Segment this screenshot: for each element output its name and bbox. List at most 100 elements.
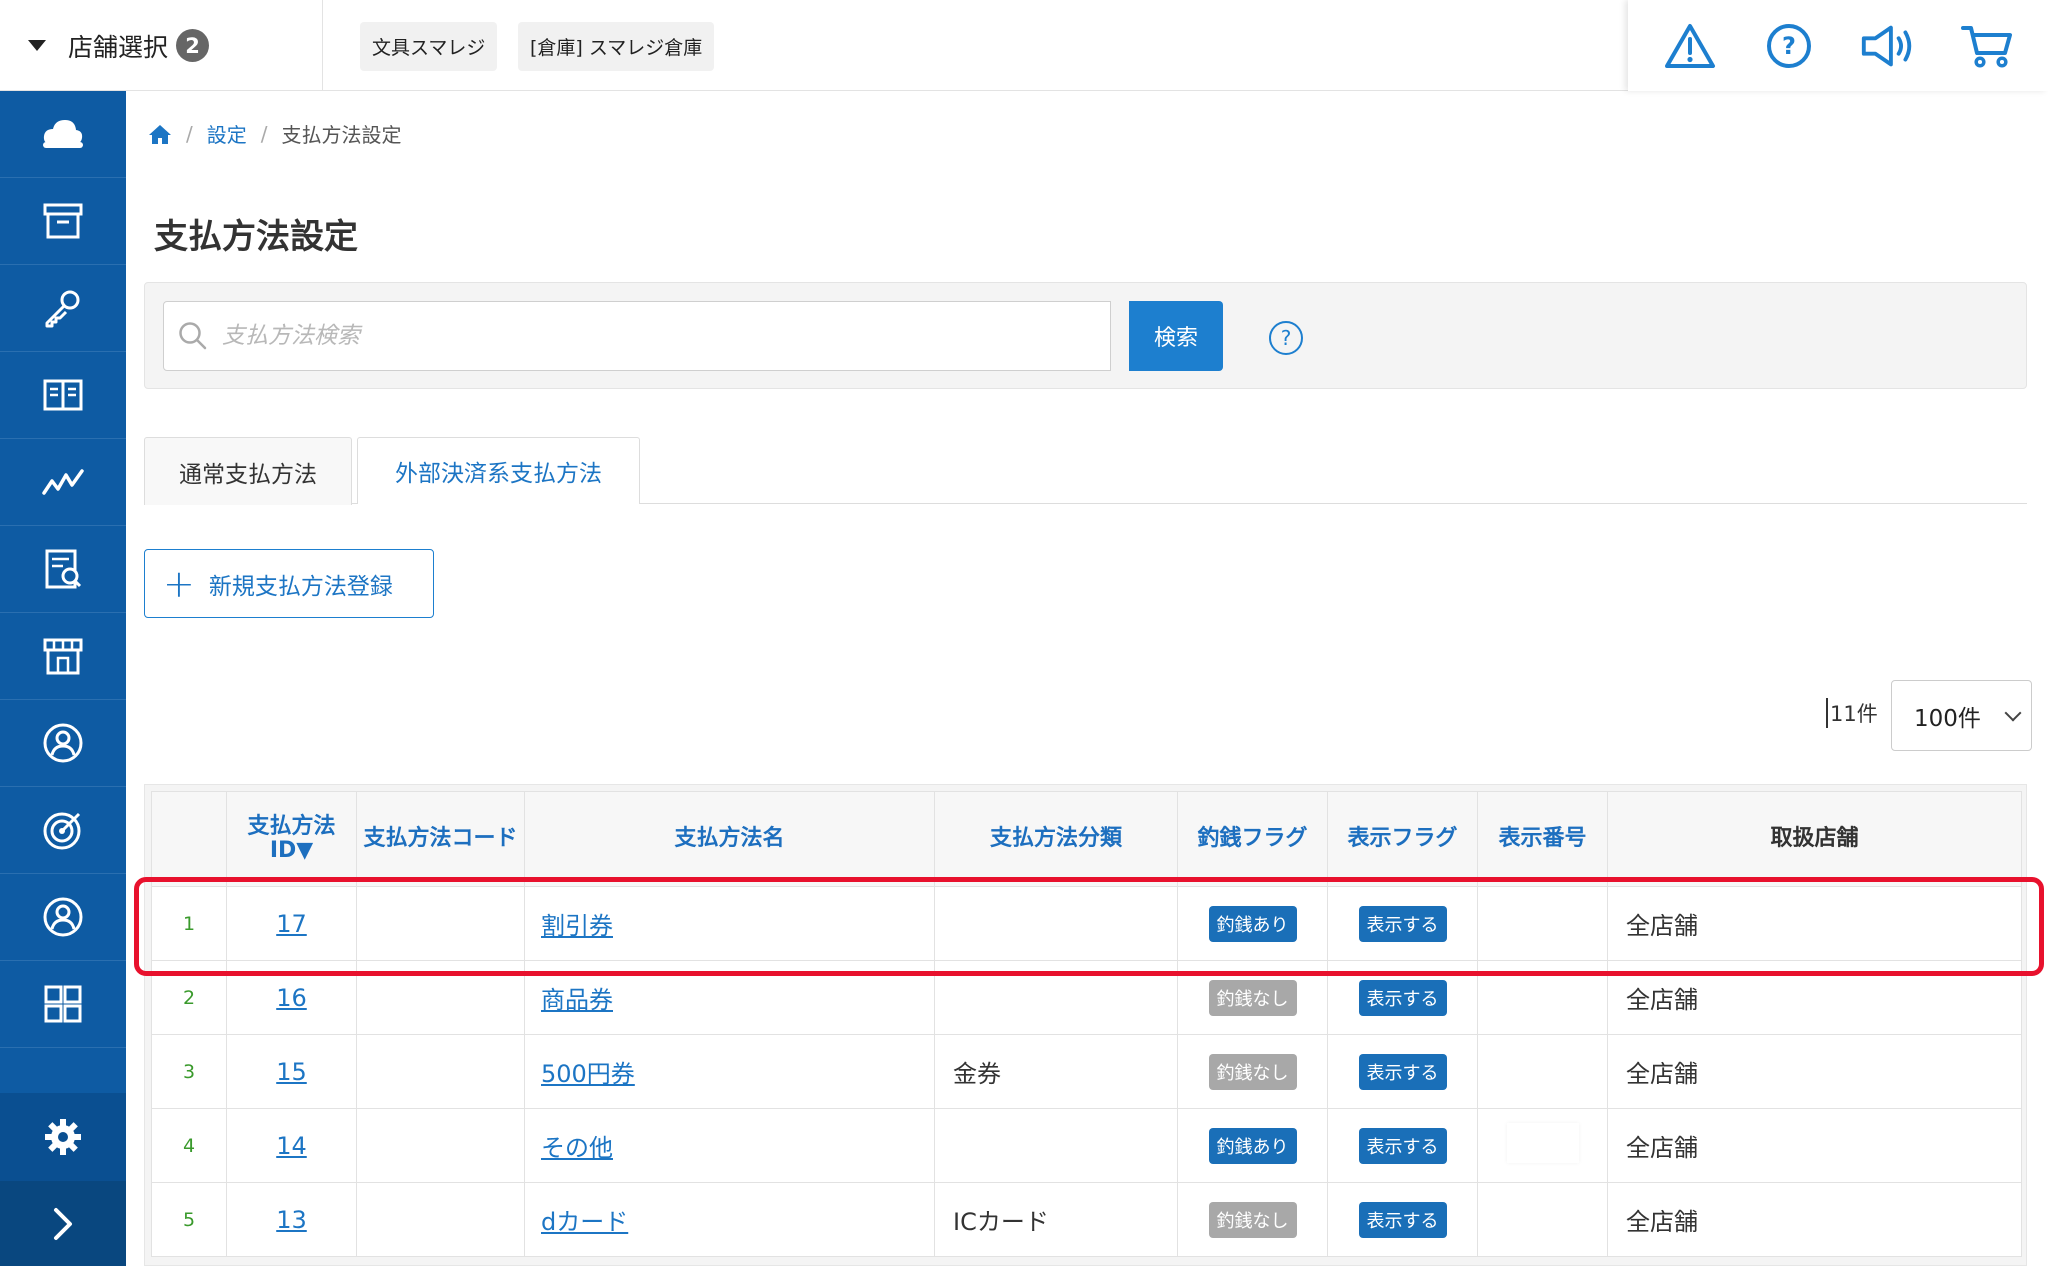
stores-cell: 全店舗 <box>1607 886 2022 961</box>
home-icon[interactable] <box>148 123 172 145</box>
sidebar-item-staff[interactable] <box>0 700 126 787</box>
display-flag-badge: 表示する <box>1358 1053 1447 1090</box>
search-box <box>163 301 1111 371</box>
tab-external-payment[interactable]: 外部決済系支払方法 <box>357 437 640 504</box>
svg-text:?: ? <box>1782 32 1796 60</box>
sidebar-item-ledger[interactable] <box>0 352 126 439</box>
payment-code <box>356 1182 525 1257</box>
payment-id-link[interactable]: 14 <box>276 1132 307 1160</box>
payment-code <box>356 1108 525 1183</box>
sidebar-item-store[interactable] <box>0 613 126 700</box>
sidebar-item-analytics[interactable] <box>0 439 126 526</box>
payment-name-link[interactable]: 割引券 <box>541 912 613 940</box>
header-display-number[interactable]: 表示番号 <box>1477 791 1608 887</box>
sidebar-item-apps[interactable] <box>0 961 126 1048</box>
display-flag-badge: 表示する <box>1358 979 1447 1016</box>
display-number <box>1477 1182 1608 1257</box>
sidebar-item-key[interactable] <box>0 265 126 352</box>
row-number: 1 <box>151 886 227 961</box>
change-flag-badge: 釣銭なし <box>1208 1053 1297 1090</box>
header-payment-id[interactable]: 支払方法ID▼ <box>226 791 357 887</box>
row-number: 4 <box>151 1108 227 1183</box>
new-payment-method-button[interactable]: + 新規支払方法登録 <box>144 549 434 618</box>
payment-id-link[interactable]: 15 <box>276 1058 307 1086</box>
payment-name-link[interactable]: 500円券 <box>541 1060 635 1088</box>
chart-line-icon <box>42 469 84 495</box>
search-panel: 検索 ? <box>144 282 2027 389</box>
stores-cell: 全店舗 <box>1607 1182 2022 1257</box>
payment-id-link[interactable]: 13 <box>276 1206 307 1234</box>
change-flag-badge: 釣銭あり <box>1208 1127 1297 1164</box>
help-icon[interactable]: ? <box>1759 16 1819 76</box>
top-bar: 店舗選択 2 文具スマレジ [倉庫] スマレジ倉庫 ? <box>0 0 2048 91</box>
change-flag-badge: 釣銭なし <box>1208 1201 1297 1238</box>
header-change-flag[interactable]: 釣銭フラグ <box>1177 791 1328 887</box>
stores-cell: 全店舗 <box>1607 1108 2022 1183</box>
payment-name-link[interactable]: 商品券 <box>541 986 613 1014</box>
store-count-badge: 2 <box>176 29 210 62</box>
sidebar-item-cloud[interactable] <box>0 91 126 178</box>
display-flag-badge: 表示する <box>1358 1201 1447 1238</box>
display-flag-badge: 表示する <box>1358 1127 1447 1164</box>
payment-id-link[interactable]: 16 <box>276 984 307 1012</box>
sidebar-item-member[interactable] <box>0 874 126 961</box>
display-number-field <box>1506 1122 1579 1163</box>
payment-category <box>934 960 1178 1035</box>
breadcrumb-separator: / <box>260 121 268 146</box>
search-input[interactable] <box>222 323 1082 349</box>
header-row-number <box>151 791 227 887</box>
key-icon <box>45 290 80 328</box>
payment-name-link[interactable]: dカード <box>541 1208 628 1236</box>
breadcrumb-settings-link[interactable]: 設定 <box>207 119 247 148</box>
sidebar-expand-button[interactable] <box>0 1181 126 1266</box>
payment-id-link[interactable]: 17 <box>276 910 307 938</box>
announcement-icon[interactable] <box>1858 16 1918 76</box>
target-icon <box>43 812 81 850</box>
sidebar-item-settings[interactable] <box>0 1093 126 1181</box>
header-stores: 取扱店舗 <box>1607 791 2022 887</box>
display-number <box>1477 886 1608 961</box>
search-button[interactable]: 検索 <box>1129 301 1223 371</box>
chevron-right-icon <box>54 1207 72 1240</box>
table-row: 5 13 dカード ICカード 釣銭なし 表示する 全店舗 <box>151 1182 2022 1257</box>
header-payment-name[interactable]: 支払方法名 <box>524 791 935 887</box>
change-flag-badge: 釣銭なし <box>1208 979 1297 1016</box>
search-help-icon[interactable]: ? <box>1269 321 1303 355</box>
table-row: 1 17 割引券 釣銭あり 表示する 全店舗 <box>151 886 2022 961</box>
user-icon <box>43 723 83 763</box>
sidebar-item-reports[interactable] <box>0 526 126 613</box>
header-display-flag[interactable]: 表示フラグ <box>1327 791 1478 887</box>
store-chip-warehouse[interactable]: [倉庫] スマレジ倉庫 <box>518 22 715 71</box>
header-payment-category[interactable]: 支払方法分類 <box>934 791 1178 887</box>
display-number <box>1477 960 1608 1035</box>
page-title: 支払方法設定 <box>154 217 358 257</box>
row-number: 2 <box>151 960 227 1035</box>
store-chip-stationery[interactable]: 文具スマレジ <box>360 22 498 71</box>
breadcrumb-separator: / <box>186 121 193 146</box>
archive-box-icon <box>43 203 83 239</box>
tab-bar: 通常支払方法 外部決済系支払方法 <box>144 437 2027 505</box>
table-row: 2 16 商品券 釣銭なし 表示する 全店舗 <box>151 960 2022 1035</box>
payment-name-link[interactable]: その他 <box>541 1134 613 1162</box>
sidebar-item-inventory[interactable] <box>0 178 126 265</box>
sidebar-item-target[interactable] <box>0 787 126 874</box>
payment-table-wrapper: 支払方法ID▼ 支払方法コード 支払方法名 支払方法分類 釣銭フラグ 表示フラグ… <box>144 784 2027 1266</box>
search-icon <box>179 322 207 350</box>
main-content: / 設定 / 支払方法設定 支払方法設定 検索 ? 通常支払方法 外部決済系支払… <box>126 91 2048 1266</box>
payment-category <box>934 886 1178 961</box>
stores-cell: 全店舗 <box>1607 1034 2022 1109</box>
report-icon <box>45 549 82 589</box>
warning-icon[interactable] <box>1660 16 1720 76</box>
apps-grid-icon <box>44 985 82 1023</box>
store-select-dropdown[interactable]: 店舗選択 2 <box>0 0 323 91</box>
sidebar <box>0 91 126 1266</box>
tab-normal-payment[interactable]: 通常支払方法 <box>144 437 352 505</box>
payment-method-table: 支払方法ID▼ 支払方法コード 支払方法名 支払方法分類 釣銭フラグ 表示フラグ… <box>151 791 2022 1257</box>
gear-icon <box>45 1119 81 1155</box>
header-payment-code[interactable]: 支払方法コード <box>356 791 525 887</box>
cart-icon[interactable] <box>1957 16 2017 76</box>
table-header-row: 支払方法ID▼ 支払方法コード 支払方法名 支払方法分類 釣銭フラグ 表示フラグ… <box>151 791 2022 887</box>
chevron-down-icon <box>2004 704 2022 722</box>
per-page-select[interactable]: 100件 <box>1891 680 2032 751</box>
payment-category <box>934 1108 1178 1183</box>
